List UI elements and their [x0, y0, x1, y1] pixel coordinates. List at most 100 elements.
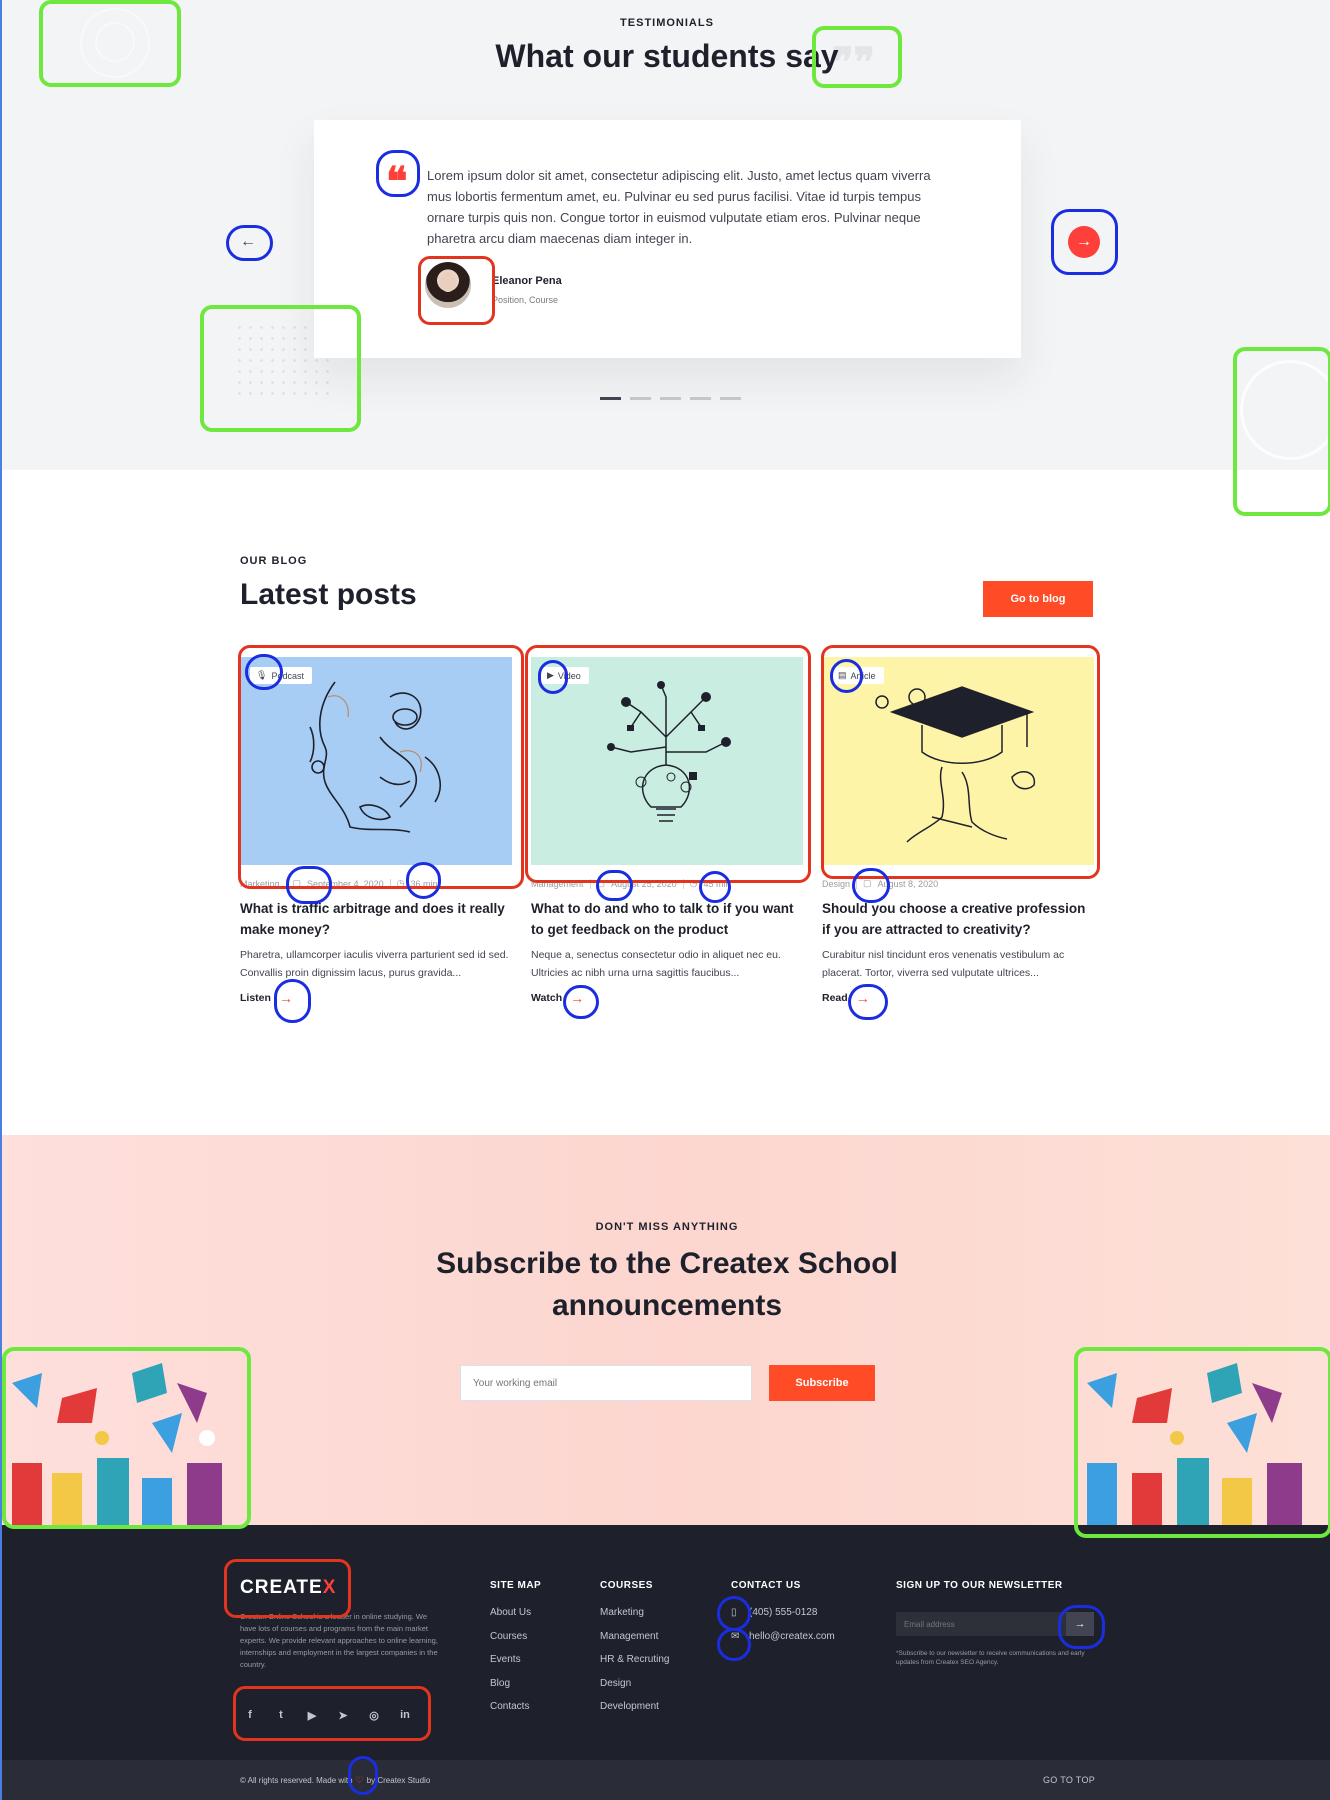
post-link-label[interactable]: Listen [240, 992, 271, 1004]
twitter-icon[interactable]: t [273, 1707, 289, 1723]
avatar [425, 262, 471, 308]
post-image[interactable]: ▤ Article [822, 657, 1094, 865]
copyright-studio[interactable]: by Createx Studio [367, 1776, 431, 1785]
post-date: August 8, 2020 [877, 878, 939, 889]
testimonial-card: ❝ Lorem ipsum dolor sit amet, consectetu… [314, 120, 1021, 358]
blog-post-card[interactable]: 🎙 Podcast Marketing ▢ September 4, 2020 … [240, 657, 512, 1006]
footer-contact: CONTACT US ▯ (405) 555-0128 ✉ hello@crea… [731, 1580, 835, 1648]
post-excerpt: Neque a, senectus consectetur odio in al… [531, 949, 781, 979]
newsletter-submit-button[interactable]: → [1066, 1612, 1094, 1636]
go-to-top-link[interactable]: GO TO TOP [1043, 1775, 1095, 1785]
social-links: f t ▶ ➤ ◎ in [242, 1707, 413, 1723]
footer-newsletter: SIGN UP TO OUR NEWSLETTER [896, 1580, 1063, 1601]
arrow-right-icon[interactable]: → [570, 990, 584, 1006]
post-read-link[interactable]: Listen → [240, 990, 512, 1006]
post-image[interactable]: ▶ Video [531, 657, 803, 865]
footer-link-hr[interactable]: HR & Recruting [600, 1648, 669, 1672]
footer-link-design[interactable]: Design [600, 1672, 669, 1696]
slider-dot[interactable] [720, 397, 741, 400]
slider-dot[interactable] [660, 397, 681, 400]
calendar-icon: ▢ [292, 878, 302, 888]
clock-icon: ◷ [689, 878, 698, 888]
blog-post-card[interactable]: ▤ Article Design ▢ August 8, 2020 Should… [822, 657, 1094, 1006]
newsletter-email-input[interactable] [896, 1612, 1066, 1636]
post-title[interactable]: What is traffic arbitrage and does it re… [240, 898, 512, 940]
post-date: September 4, 2020 [307, 878, 384, 889]
post-read-link[interactable]: Watch → [531, 990, 803, 1006]
mail-icon: ✉ [731, 1630, 740, 1642]
instagram-icon[interactable]: ◎ [366, 1707, 382, 1723]
post-meta: Marketing ▢ September 4, 2020 ◷ 36 min [240, 878, 512, 889]
go-to-blog-button[interactable]: Go to blog [983, 581, 1093, 617]
post-meta: Management ▢ August 25, 2020 ◷ 45 min [531, 878, 803, 889]
slider-pagination [600, 397, 741, 400]
meta-separator [856, 878, 858, 889]
slider-dot[interactable] [690, 397, 711, 400]
contact-email[interactable]: ✉ hello@createx.com [731, 1625, 835, 1649]
testimonial-quote: Lorem ipsum dolor sit amet, consectetur … [427, 168, 931, 246]
createx-logo[interactable]: CREATEX [240, 1577, 336, 1599]
slider-dot[interactable] [630, 397, 651, 400]
arrow-right-icon[interactable]: → [856, 990, 870, 1006]
footer-link-contacts[interactable]: Contacts [490, 1695, 541, 1719]
arrow-right-icon[interactable]: → [279, 990, 293, 1006]
subscribe-section: DON'T MISS ANYTHING Subscribe to the Cre… [2, 1135, 1330, 1525]
footer-link-blog[interactable]: Blog [490, 1672, 541, 1696]
post-link-label[interactable]: Read [822, 992, 848, 1004]
subscribe-eyebrow: DON'T MISS ANYTHING [595, 1221, 739, 1233]
footer-link-marketing[interactable]: Marketing [600, 1601, 669, 1625]
post-title[interactable]: Should you choose a creative profession … [822, 898, 1094, 940]
testimonials-title: What our students say [495, 38, 839, 74]
post-tag-label: Video [557, 670, 581, 681]
footer-link-events[interactable]: Events [490, 1648, 541, 1672]
meta-separator [389, 878, 391, 889]
post-image[interactable]: 🎙 Podcast [240, 657, 512, 865]
contact-phone[interactable]: ▯ (405) 555-0128 [731, 1601, 835, 1625]
meta-separator [682, 878, 684, 889]
blog-post-card[interactable]: ▶ Video Management ▢ August 25, 2020 ◷ 4… [531, 657, 803, 1006]
post-tag: 🎙 Podcast [250, 667, 312, 684]
telegram-icon[interactable]: ➤ [335, 1707, 351, 1723]
author-position: Position, Course [492, 295, 559, 305]
testimonials-section: ❞❞ TESTIMONIALS What our students say ← … [2, 0, 1330, 470]
subscribe-button[interactable]: Subscribe [769, 1365, 875, 1401]
file-icon: ▤ [838, 670, 847, 680]
linkedin-icon[interactable]: in [397, 1707, 413, 1723]
graduates-illustration-right [1087, 1363, 1302, 1525]
footer-link-about[interactable]: About Us [490, 1601, 541, 1625]
slider-dot[interactable] [600, 397, 621, 400]
footer: CREATEX Createx Online School is a leade… [2, 1525, 1330, 1800]
post-duration: 36 min [410, 878, 438, 889]
footer-link-courses[interactable]: Courses [490, 1625, 541, 1649]
phone-number[interactable]: (405) 555-0128 [749, 1601, 817, 1625]
play-icon: ▶ [547, 670, 554, 680]
quote-icon: ❝ [386, 158, 408, 205]
sitemap-heading: SITE MAP [490, 1580, 542, 1591]
post-tag-label: Article [850, 670, 876, 681]
footer-sitemap: SITE MAP About Us Courses Events Blog Co… [490, 1580, 541, 1719]
post-illustration-lightbulbs [607, 681, 731, 822]
author-name: Eleanor Pena [492, 275, 562, 287]
post-meta: Design ▢ August 8, 2020 [822, 878, 1094, 889]
newsletter-note: *Subscribe to our newsletter to receive … [896, 1650, 1085, 1666]
subscribe-email-input[interactable] [460, 1365, 752, 1401]
prev-slide-button[interactable]: ← [232, 226, 264, 258]
post-title[interactable]: What to do and who to talk to if you wan… [531, 898, 803, 940]
clock-icon: ◷ [396, 878, 405, 888]
footer-link-management[interactable]: Management [600, 1625, 669, 1649]
post-category[interactable]: Marketing [240, 879, 280, 889]
post-category[interactable]: Design [822, 879, 850, 889]
decorative-ring-right [1240, 360, 1330, 460]
next-slide-button[interactable]: → [1068, 226, 1100, 258]
footer-link-development[interactable]: Development [600, 1695, 669, 1719]
facebook-icon[interactable]: f [242, 1707, 258, 1723]
post-category[interactable]: Management [531, 879, 584, 889]
meta-separator [589, 878, 591, 889]
blog-title: Latest posts [240, 578, 417, 611]
post-read-link[interactable]: Read → [822, 990, 1094, 1006]
email-address[interactable]: hello@createx.com [749, 1625, 835, 1649]
youtube-icon[interactable]: ▶ [304, 1707, 320, 1723]
newsletter-heading: SIGN UP TO OUR NEWSLETTER [896, 1580, 1063, 1591]
phone-icon: ▯ [731, 1607, 737, 1618]
post-link-label[interactable]: Watch [531, 992, 562, 1004]
